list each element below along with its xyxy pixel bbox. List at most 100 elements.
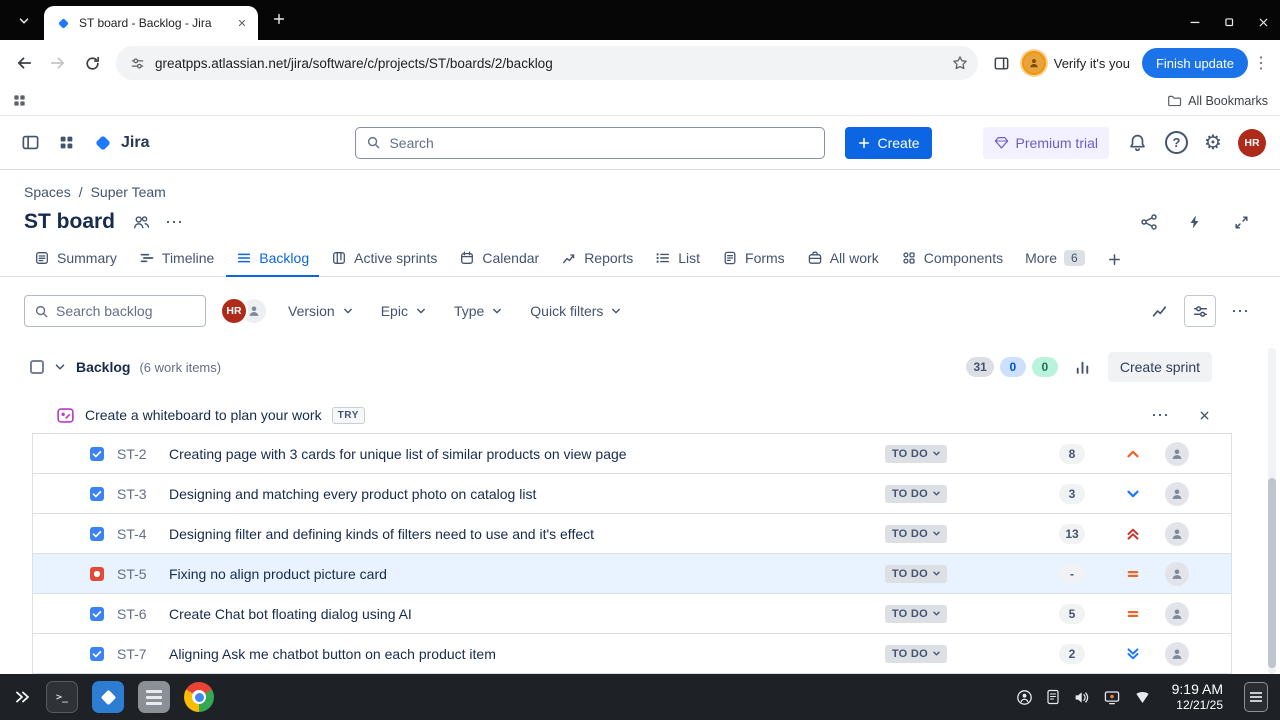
status-dropdown[interactable]: TO DO: [884, 604, 947, 623]
global-search[interactable]: [355, 126, 826, 159]
tab-all-work[interactable]: All work: [797, 243, 889, 277]
assignee-avatar[interactable]: [1165, 561, 1189, 586]
backlog-row[interactable]: ST-4 Designing filter and defining kinds …: [33, 514, 1231, 554]
estimate-badge[interactable]: 5: [1059, 603, 1085, 624]
work-item-title[interactable]: Designing and matching every product pho…: [169, 486, 873, 502]
chrome-app-icon[interactable]: [184, 682, 214, 712]
reload-button[interactable]: [76, 47, 108, 79]
filter-more-icon[interactable]: [1224, 295, 1256, 327]
jira-logo[interactable]: Jira: [92, 132, 149, 154]
priority-low-icon[interactable]: [1125, 486, 1141, 502]
premium-trial-button[interactable]: Premium trial: [982, 126, 1109, 159]
tab-forms[interactable]: Forms: [712, 243, 795, 277]
banner-more-icon[interactable]: [1148, 403, 1172, 427]
terminal-app-icon[interactable]: [46, 681, 78, 713]
assignee-avatar[interactable]: [1165, 481, 1189, 506]
work-item-title[interactable]: Create Chat bot floating dialog using AI: [169, 606, 873, 622]
notifications-bell-icon[interactable]: [1121, 127, 1153, 159]
global-search-input[interactable]: [389, 134, 815, 151]
status-dropdown[interactable]: TO DO: [884, 444, 947, 463]
assignee-avatar[interactable]: [1165, 601, 1189, 626]
backlog-row[interactable]: ST-2 Creating page with 3 cards for uniqu…: [33, 434, 1231, 474]
network-tray-icon[interactable]: [1134, 689, 1151, 706]
profile-verify-chip[interactable]: Verify it's you: [1020, 49, 1140, 77]
minimize-button[interactable]: [1178, 4, 1212, 40]
work-item-title[interactable]: Fixing no align product picture card: [169, 566, 873, 582]
scrollbar-thumb[interactable]: [1268, 478, 1276, 668]
backlog-row[interactable]: ST-7 Aligning Ask me chatbot button on ea…: [33, 634, 1231, 674]
apps-grid-icon[interactable]: [12, 93, 27, 108]
backlog-row[interactable]: ST-5 Fixing no align product picture card…: [33, 554, 1231, 594]
breadcrumb-project[interactable]: Super Team: [91, 184, 166, 200]
launcher-chevrons-icon[interactable]: [12, 687, 32, 707]
breadcrumb-spaces[interactable]: Spaces: [24, 184, 71, 200]
volume-tray-icon[interactable]: [1073, 689, 1090, 706]
tab-calendar[interactable]: Calendar: [449, 243, 549, 277]
tab-active-sprints[interactable]: Active sprints: [321, 243, 447, 277]
work-item-title[interactable]: Aligning Ask me chatbot button on each p…: [169, 646, 873, 662]
tab-timeline[interactable]: Timeline: [129, 243, 224, 277]
help-icon[interactable]: [1165, 131, 1188, 154]
backlog-row[interactable]: ST-6 Create Chat bot floating dialog usin…: [33, 594, 1231, 634]
fullscreen-icon[interactable]: [1226, 207, 1256, 237]
sidebar-toggle-icon[interactable]: [14, 127, 46, 159]
estimate-badge[interactable]: 13: [1059, 523, 1085, 544]
forward-button[interactable]: [42, 47, 74, 79]
tab-close-icon[interactable]: [233, 15, 250, 32]
insights-icon[interactable]: [1068, 352, 1098, 382]
add-view-button[interactable]: [1097, 245, 1132, 276]
settings-gear-icon[interactable]: [1200, 130, 1226, 156]
board-more-actions-icon[interactable]: [159, 207, 189, 237]
browser-menu-icon[interactable]: [1250, 49, 1272, 77]
backlog-search[interactable]: [24, 295, 206, 327]
all-bookmarks[interactable]: All Bookmarks: [1167, 93, 1268, 108]
app-switcher-icon[interactable]: [50, 127, 82, 159]
share-icon[interactable]: [1134, 207, 1164, 237]
assignee-avatar[interactable]: [1165, 641, 1189, 666]
tab-backlog[interactable]: Backlog: [226, 243, 320, 277]
work-item-title[interactable]: Creating page with 3 cards for unique li…: [169, 446, 873, 462]
filter-epic[interactable]: Epic: [375, 297, 434, 325]
create-button[interactable]: Create: [845, 126, 932, 159]
window-close-button[interactable]: [1246, 4, 1280, 40]
status-dropdown[interactable]: TO DO: [884, 484, 947, 503]
user-avatar[interactable]: HR: [1238, 128, 1266, 157]
site-settings-icon[interactable]: [130, 56, 145, 71]
display-tray-icon[interactable]: [1103, 689, 1121, 706]
insights-chart-icon[interactable]: [1144, 295, 1176, 327]
filter-type[interactable]: Type: [448, 297, 510, 325]
side-panel-icon[interactable]: [986, 47, 1018, 79]
backlog-row[interactable]: ST-3 Designing and matching every product…: [33, 474, 1231, 514]
status-dropdown[interactable]: TO DO: [884, 644, 947, 663]
priority-medium-icon[interactable]: [1125, 606, 1141, 622]
priority-lowest-icon[interactable]: [1125, 646, 1141, 662]
priority-high-icon[interactable]: [1125, 446, 1141, 462]
tab-summary[interactable]: Summary: [24, 243, 127, 277]
quick-settings-panel-icon[interactable]: [1244, 682, 1268, 712]
member-avatar-hr[interactable]: HR: [220, 297, 248, 325]
status-dropdown[interactable]: TO DO: [884, 564, 947, 583]
new-tab-button[interactable]: [266, 6, 292, 32]
backlog-search-input[interactable]: [56, 303, 196, 319]
clipboard-tray-icon[interactable]: [1046, 689, 1060, 705]
estimate-badge[interactable]: 2: [1059, 643, 1085, 664]
view-settings-icon[interactable]: [1184, 295, 1216, 327]
tab-more[interactable]: More 6: [1015, 243, 1095, 277]
software-app-icon[interactable]: [92, 681, 124, 713]
tab-reports[interactable]: Reports: [551, 243, 643, 277]
status-dropdown[interactable]: TO DO: [884, 524, 947, 543]
filter-version[interactable]: Version: [282, 297, 361, 325]
banner-close-icon[interactable]: [1192, 403, 1216, 427]
tab-list[interactable]: List: [645, 243, 710, 277]
select-all-checkbox[interactable]: [30, 360, 44, 374]
estimate-badge[interactable]: 3: [1059, 483, 1085, 504]
estimate-badge[interactable]: 8: [1059, 443, 1085, 464]
address-bar[interactable]: greatpps.atlassian.net/jira/software/c/p…: [116, 46, 978, 80]
assignee-avatar[interactable]: [1165, 441, 1189, 466]
filter-quick-filters[interactable]: Quick filters: [524, 297, 629, 325]
tab-search-button[interactable]: [10, 7, 38, 35]
board-members-icon[interactable]: [126, 207, 156, 237]
priority-highest-icon[interactable]: [1125, 526, 1141, 542]
bookmark-star-icon[interactable]: [946, 49, 974, 77]
user-tray-icon[interactable]: [1016, 689, 1033, 706]
